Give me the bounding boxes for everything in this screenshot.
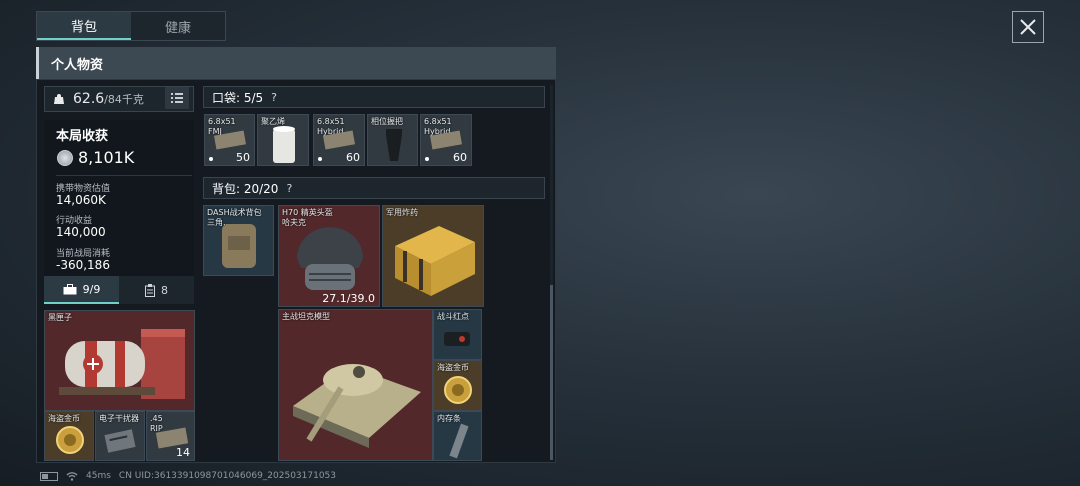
pouch-count: 8 — [161, 283, 168, 297]
backpack-help-icon[interactable]: ? — [286, 182, 292, 195]
bag-item-pirate-coin[interactable]: 海盗金币 — [433, 360, 482, 411]
currency-icon — [57, 149, 73, 166]
weight-current: 62.6 — [73, 91, 105, 107]
list-icon — [171, 93, 183, 103]
pocket-header: 口袋: 5/5 ? — [203, 86, 545, 108]
bag-item-h70-helmet[interactable]: H70 精英头盔 哈夫克 27.1/39.0 — [278, 205, 380, 307]
bag-item-memory-stick[interactable]: 内存条 — [433, 411, 482, 461]
item-durability: 27.1/39.0 — [322, 292, 375, 305]
item-count: 50 — [236, 151, 250, 164]
weight-max: /84千克 — [104, 93, 144, 106]
scrollbar-thumb[interactable] — [550, 285, 553, 460]
loot-title: 本局收获 — [56, 129, 109, 144]
item-ammo-45[interactable]: .45 RIP 14 — [146, 411, 195, 461]
item-count: 60 — [346, 151, 360, 164]
item-jammer[interactable]: 电子干扰器 — [95, 411, 145, 461]
crate-icon — [395, 226, 475, 296]
weight-icon — [54, 94, 64, 104]
memory-stick-icon — [449, 423, 469, 459]
container-tabs: 9/9 8 — [44, 276, 194, 304]
pocket-item-ammo-hybrid[interactable]: 6.8x51 Hybrid 60 — [313, 114, 365, 166]
bag-item-red-dot[interactable]: 战斗红点 — [433, 309, 482, 360]
pocket-item-grip[interactable]: 相位握把 — [367, 114, 418, 166]
item-pirate-coin[interactable]: 海盗金币 — [44, 411, 94, 461]
grip-icon — [386, 129, 402, 161]
backpack-icon — [222, 224, 256, 268]
pouch-icon — [145, 283, 155, 297]
tab-health[interactable]: 健康 — [131, 12, 225, 40]
ping-text: 45ms — [86, 471, 111, 481]
pocket-item-ammo-hybrid-2[interactable]: 6.8x51 Hybrid 60 — [420, 114, 472, 166]
jammer-icon — [104, 429, 136, 453]
status-dot — [318, 157, 322, 161]
loot-value: 8,101K — [57, 148, 134, 167]
close-icon — [1020, 19, 1036, 35]
backpack-header: 背包: 20/20 ? — [203, 177, 545, 199]
pocket-title: 口袋: 5/5 — [212, 90, 264, 105]
divider — [56, 175, 192, 176]
uid-text: CN UID:3613391098701046069_202503171053 — [118, 471, 337, 481]
backpack-title: 背包: 20/20 — [212, 181, 279, 196]
bag-item-tank-model[interactable]: 主战坦克模型 — [278, 309, 433, 461]
main-tabs: 背包 健康 — [36, 11, 226, 41]
tank-icon — [293, 364, 421, 448]
list-view-button[interactable] — [165, 87, 189, 109]
status-dot — [425, 157, 429, 161]
coin-icon — [56, 426, 84, 454]
bag-item-military-explosive[interactable]: 军用炸药 — [382, 205, 484, 307]
pocket-item-ammo-fmj[interactable]: 6.8x51 FMJ 50 — [204, 114, 255, 166]
status-bar: 45ms CN UID:3613391098701046069_20250317… — [40, 471, 336, 481]
black-box-icon — [59, 329, 185, 399]
pocket-item-polyethylene[interactable]: 聚乙烯 — [257, 114, 309, 166]
red-dot-sight-icon — [444, 332, 470, 346]
tab-backpack[interactable]: 背包 — [37, 12, 131, 40]
pocket-help-icon[interactable]: ? — [271, 91, 277, 104]
spool-icon — [273, 126, 295, 163]
tab-safe-case[interactable]: 9/9 — [44, 276, 119, 304]
wifi-icon — [66, 471, 78, 481]
bag-item-dash-backpack[interactable]: DASH战术背包 三角... — [203, 205, 274, 276]
item-count: 60 — [453, 151, 467, 164]
status-dot — [209, 157, 213, 161]
battery-icon — [40, 471, 58, 481]
coin-icon — [444, 376, 472, 404]
item-black-box[interactable]: 黑匣子 — [44, 310, 195, 411]
stat-value: 14,060K — [56, 193, 106, 207]
tab-pouch[interactable]: 8 — [119, 276, 194, 304]
item-count: 14 — [176, 446, 190, 459]
case-count: 9/9 — [82, 282, 101, 296]
close-button[interactable] — [1012, 11, 1044, 43]
loot-value-text: 8,101K — [78, 148, 135, 167]
stat-value: -360,186 — [56, 258, 110, 272]
panel-title: 个人物资 — [36, 47, 556, 79]
stat-value: 140,000 — [56, 225, 106, 239]
briefcase-icon — [63, 283, 77, 294]
